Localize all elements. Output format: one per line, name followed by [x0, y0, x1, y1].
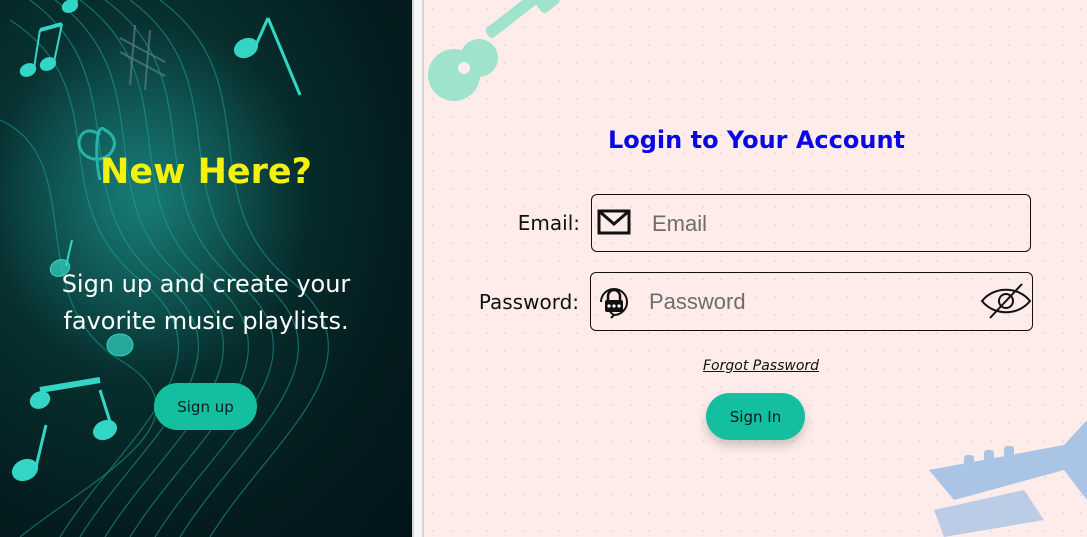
- signup-description: Sign up and create your favorite music p…: [61, 270, 351, 335]
- panel-divider: [412, 0, 424, 537]
- eye-slash-icon[interactable]: [980, 282, 1032, 325]
- password-label: Password:: [478, 290, 579, 314]
- padlock-icon: [595, 283, 633, 326]
- envelope-icon: [597, 208, 631, 241]
- login-title: Login to Your Account: [607, 126, 906, 154]
- new-here-heading: New Here?: [100, 152, 312, 192]
- guitar-icon: [428, 0, 560, 101]
- password-input[interactable]: [647, 285, 971, 319]
- email-field[interactable]: [591, 194, 1031, 252]
- email-input[interactable]: [650, 207, 1014, 241]
- signup-panel: New Here? Sign up and create your favori…: [0, 0, 412, 537]
- email-label: Email:: [517, 211, 580, 235]
- signin-button[interactable]: Sign In: [706, 393, 805, 440]
- password-field[interactable]: [590, 272, 1033, 331]
- forgot-password-link[interactable]: Forgot Password: [703, 358, 819, 374]
- login-panel: Login to Your Account Email: Password:: [424, 0, 1087, 537]
- signup-button[interactable]: Sign up: [154, 383, 257, 430]
- trumpet-icon: [929, 420, 1087, 537]
- instruments-background: [428, 0, 1087, 537]
